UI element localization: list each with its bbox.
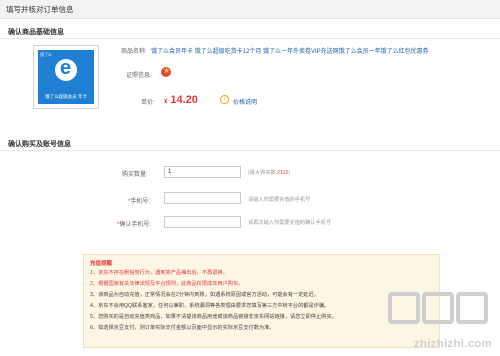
watermark-logo-icon (456, 292, 488, 324)
notice-line: 6、如选择京豆支付，则订单实际支付金额以页面中显示的实际京豆支付数为准。 (90, 325, 275, 331)
price-info-link[interactable]: 价格说明 (233, 97, 257, 106)
divider (0, 150, 500, 151)
phone-confirm-label: *确认手机号: (117, 222, 152, 228)
divider (0, 38, 500, 39)
phone-input[interactable] (164, 192, 241, 204)
price-value: 14.20 (170, 94, 198, 106)
license-seal-icon[interactable]: ★ (161, 66, 171, 77)
watermark-logo-icon (422, 292, 454, 324)
phone-label: *手机号: (128, 199, 151, 205)
product-name-link[interactable]: 饿了么会员年卡 饿了么超级吃货卡12个月 饿了么一年外卖卷VIP充送网饿了么会员… (151, 46, 429, 55)
phone-confirm-input[interactable] (164, 216, 241, 228)
quantity-hint: (最大购买数:2112) (248, 170, 290, 176)
notice-line: 2、根据国家有关法律法规及平台规则，此商品仅限成年用户购买。 (90, 281, 244, 287)
phone-confirm-hint: 请再次输入你需要充值的确认手机号 (248, 220, 332, 226)
phone-hint: 请输入你需要充值的手机号 (248, 197, 311, 203)
notice-line: 3、该商品为自动充值，正常情况会在2分钟内到账，如遇系统原因或官方活动，可能会有… (90, 292, 319, 298)
watermark-text: zhizhizhi.com (414, 338, 492, 350)
quantity-label: 购买数量: (122, 172, 148, 178)
eleme-logo-icon: e (55, 57, 77, 81)
unit-price: ¥14.20 (164, 94, 198, 106)
info-icon: i (220, 95, 229, 104)
notice-line: 1、京东不存在刷信誉行为，遇到类产品兼出后，不再退换。 (90, 270, 228, 276)
logo-brand: 饿了么 (40, 52, 52, 57)
notice-line: 4、京东不会用QQ联系客家，任何以兼职、系统漏洞等各类理由要求您填写第三方中转平… (90, 303, 330, 309)
price-label: 单价: (141, 100, 155, 106)
logo-caption: 饿了么超级会员 年卡 (45, 94, 87, 99)
quantity-input[interactable]: 1 (164, 166, 241, 178)
page-header: 填写并核对订单信息 (0, 0, 500, 19)
cert-label: 证照信息: (126, 73, 152, 79)
order-section-title: 确认购买及账号信息 (8, 141, 71, 148)
page-title: 填写并核对订单信息 (6, 5, 74, 14)
notice-title: 充值提醒 (90, 261, 113, 267)
watermark: zhizhizhi.com (380, 292, 492, 350)
notice-line: 5、您购买的是自动充值类商品，如果不清楚该商品用途或该商品链接非京东网站链接，请… (90, 314, 337, 320)
product-logo: 饿了么 e 饿了么超级会员 年卡 (33, 45, 99, 109)
product-section-title: 确认商品基础信息 (8, 29, 64, 36)
watermark-logo-icon (388, 292, 420, 324)
product-name-label: 商品名称: (121, 49, 147, 55)
